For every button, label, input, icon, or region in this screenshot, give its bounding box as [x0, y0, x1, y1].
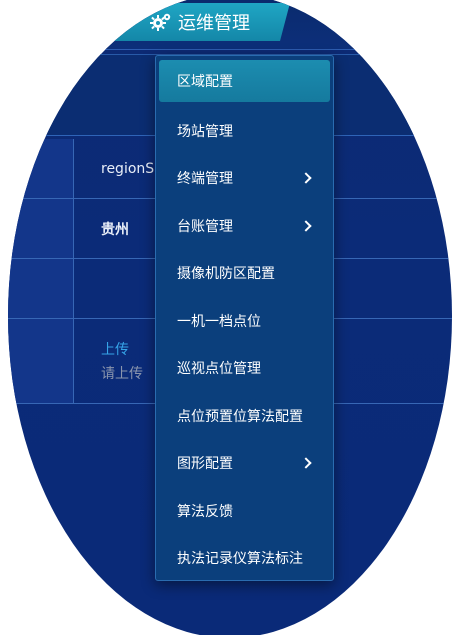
menu-item-label: 区域配置 — [177, 74, 233, 90]
menu-item-terminal-management[interactable]: 终端管理 — [159, 155, 330, 203]
app-viewport: 运维管理 regionS 贵州 上传 请上传 区域配置 场站管理 终端管理 台账… — [0, 0, 453, 635]
menu-item-bodycam-algorithm-labeling[interactable]: 执法记录仪算法标注 — [159, 535, 330, 583]
chevron-right-icon — [300, 172, 312, 184]
menu-item-patrol-points[interactable]: 巡视点位管理 — [159, 345, 330, 393]
menu-item-label: 摄像机防区配置 — [177, 266, 275, 283]
oval-frame: 运维管理 regionS 贵州 上传 请上传 区域配置 场站管理 终端管理 台账… — [8, 0, 452, 635]
row-label-cell — [8, 319, 74, 403]
chevron-right-icon — [300, 457, 312, 469]
tab-label: 运维管理 — [178, 13, 250, 34]
menu-item-label: 台账管理 — [177, 218, 233, 235]
menu-item-region-config[interactable]: 区域配置 — [159, 60, 330, 102]
menu-item-device-profile-points[interactable]: 一机一档点位 — [159, 297, 330, 345]
menu-item-ledger-management[interactable]: 台账管理 — [159, 202, 330, 250]
ops-management-dropdown: 区域配置 场站管理 终端管理 台账管理 摄像机防区配置 一机一档点位 巡视点位管… — [155, 55, 334, 581]
tab-ops-management[interactable]: 运维管理 — [110, 3, 290, 41]
chevron-right-icon — [300, 220, 312, 232]
menu-item-label: 场站管理 — [177, 123, 233, 140]
menu-item-label: 算法反馈 — [177, 503, 233, 520]
row-label-cell — [8, 259, 74, 318]
menu-item-label: 图形配置 — [177, 456, 233, 473]
menu-item-label: 点位预置位算法配置 — [177, 408, 303, 425]
menu-item-algorithm-feedback[interactable]: 算法反馈 — [159, 487, 330, 535]
menu-item-label: 执法记录仪算法标注 — [177, 551, 303, 568]
menu-item-station-management[interactable]: 场站管理 — [159, 107, 330, 155]
menu-item-graphic-config[interactable]: 图形配置 — [159, 440, 330, 488]
menu-item-camera-zone-config[interactable]: 摄像机防区配置 — [159, 250, 330, 298]
menu-item-label: 终端管理 — [177, 171, 233, 188]
gears-icon — [150, 11, 172, 33]
menu-item-preset-algorithm-config[interactable]: 点位预置位算法配置 — [159, 392, 330, 440]
row-label-cell — [8, 139, 74, 198]
menu-item-label: 一机一档点位 — [177, 313, 261, 330]
row-label-cell — [8, 199, 74, 258]
menu-item-label: 巡视点位管理 — [177, 361, 261, 378]
